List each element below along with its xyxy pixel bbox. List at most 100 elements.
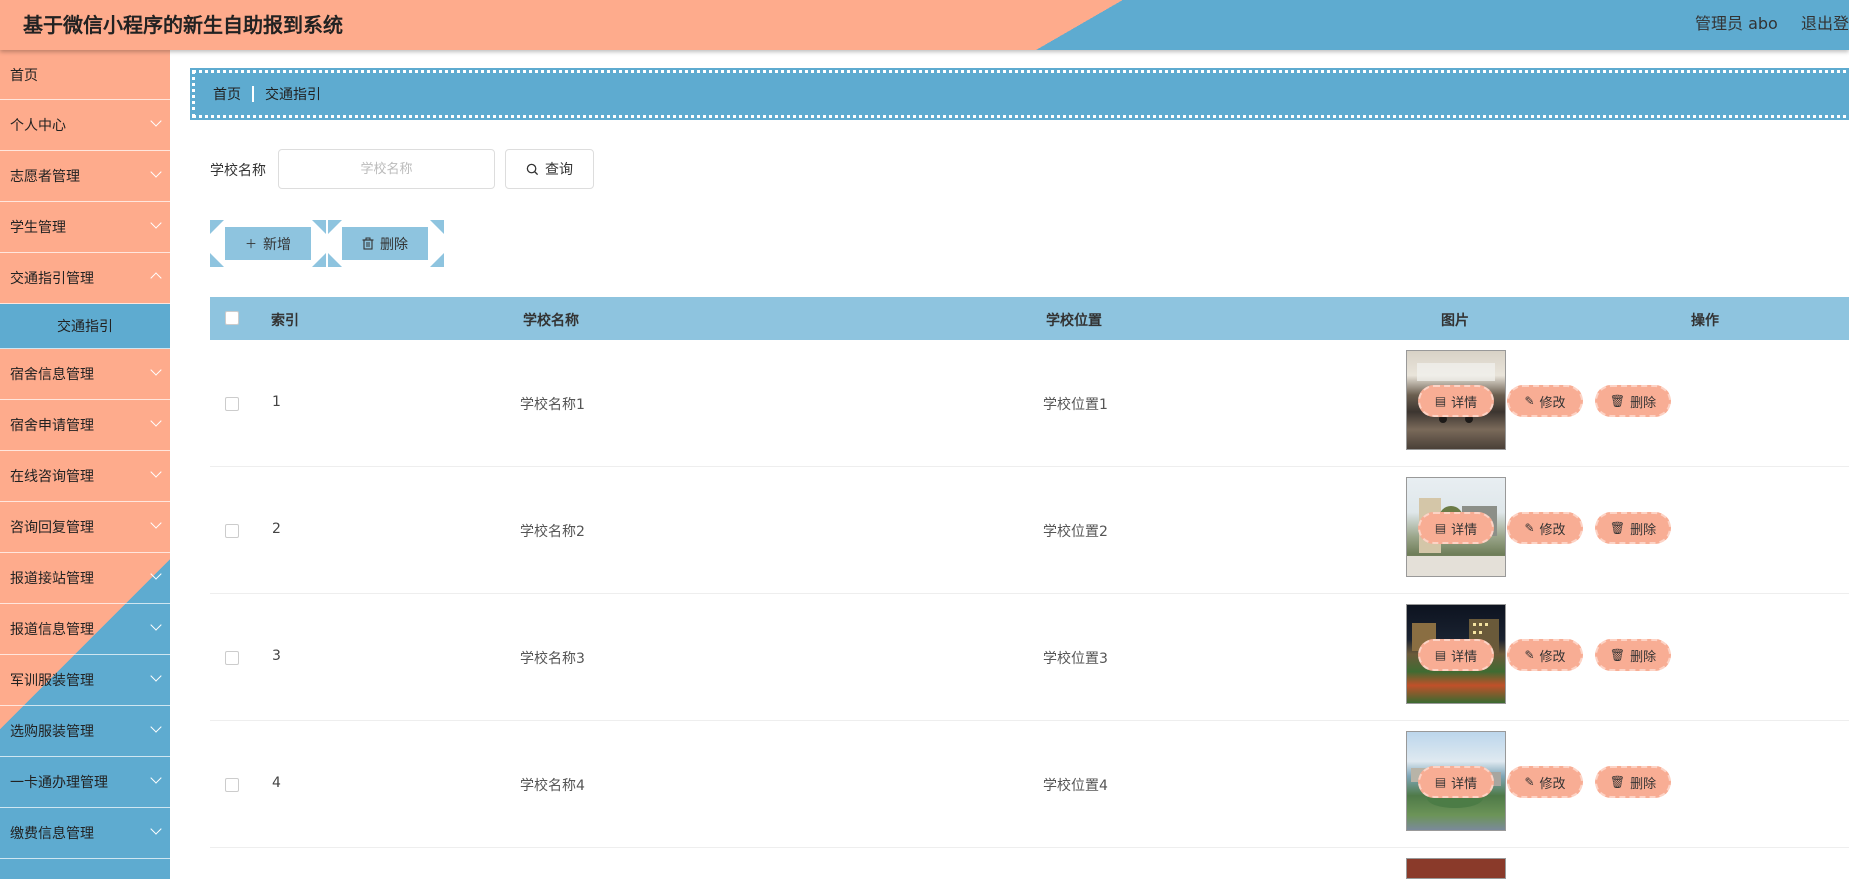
trash-icon bbox=[362, 237, 374, 250]
table-header: 索引 学校名称 学校位置 图片 操作 bbox=[210, 297, 1849, 340]
school-image-thumbnail[interactable] bbox=[1406, 858, 1506, 879]
sidebar-item-report-info[interactable]: 报道信息管理 bbox=[0, 604, 170, 655]
cell-name: 学校名称2 bbox=[520, 524, 585, 540]
decorative-corner bbox=[210, 220, 224, 234]
cell-name: 学校名称3 bbox=[520, 651, 585, 667]
edit-button[interactable]: ✎ 修改 bbox=[1507, 639, 1583, 671]
document-icon: ▤ bbox=[1434, 394, 1447, 408]
table-row: 4 学校名称4 学校位置4 ▤ 详情 ✎ 修改 🗑 删除 bbox=[210, 721, 1849, 848]
edit-button-label: 修改 bbox=[1539, 776, 1566, 792]
detail-button[interactable]: ▤ 详情 bbox=[1418, 512, 1494, 544]
cell-location: 学校位置2 bbox=[1043, 524, 1108, 540]
sidebar-item-payment[interactable]: 缴费信息管理 bbox=[0, 808, 170, 859]
sidebar-item-home[interactable]: 首页 bbox=[0, 50, 170, 100]
chevron-down-icon bbox=[150, 364, 162, 376]
sidebar-item-label: 报道接站管理 bbox=[10, 571, 94, 587]
document-icon: ▤ bbox=[1434, 648, 1447, 662]
sidebar-subitem-traffic-guide[interactable]: 交通指引 bbox=[0, 304, 170, 349]
sidebar-item-volunteers[interactable]: 志愿者管理 bbox=[0, 151, 170, 202]
sidebar-item-label: 报道信息管理 bbox=[10, 622, 94, 638]
delete-button[interactable]: 🗑 删除 bbox=[1595, 766, 1671, 798]
search-label: 学校名称 bbox=[210, 163, 266, 179]
chevron-down-icon bbox=[150, 115, 162, 127]
sidebar-item-label: 宿舍申请管理 bbox=[10, 418, 94, 434]
sidebar-item-dorm-info[interactable]: 宿舍信息管理 bbox=[0, 349, 170, 400]
sidebar-item-campus-card[interactable]: 一卡通办理管理 bbox=[0, 757, 170, 808]
delete-button-label: 删除 bbox=[1630, 776, 1657, 792]
decorative-corner bbox=[312, 253, 326, 267]
sidebar-item-uniform-purchase[interactable]: 选购服装管理 bbox=[0, 706, 170, 757]
row-checkbox[interactable] bbox=[225, 397, 239, 411]
sidebar-item-dorm-apply[interactable]: 宿舍申请管理 bbox=[0, 400, 170, 451]
detail-button[interactable]: ▤ 详情 bbox=[1418, 639, 1494, 671]
decorative-corner bbox=[430, 220, 444, 234]
batch-delete-button[interactable]: 删除 bbox=[342, 227, 428, 260]
chevron-down-icon bbox=[150, 166, 162, 178]
search-icon bbox=[526, 163, 539, 175]
detail-button[interactable]: ▤ 详情 bbox=[1418, 385, 1494, 417]
sidebar-item-online-consult[interactable]: 在线咨询管理 bbox=[0, 451, 170, 502]
detail-button-label: 详情 bbox=[1451, 522, 1478, 538]
edit-button-label: 修改 bbox=[1539, 649, 1566, 665]
app-title: 基于微信小程序的新生自助报到系统 bbox=[23, 13, 343, 37]
sidebar-item-traffic-guide-mgmt[interactable]: 交通指引管理 bbox=[0, 253, 170, 304]
breadcrumb-separator bbox=[252, 86, 254, 102]
sidebar-item-label: 军训服装管理 bbox=[10, 673, 94, 689]
sidebar-item-label: 宿舍信息管理 bbox=[10, 367, 94, 383]
current-user: 管理员 abo bbox=[1695, 14, 1778, 33]
delete-button[interactable]: 🗑 删除 bbox=[1595, 385, 1671, 417]
delete-button-label: 删除 bbox=[1630, 649, 1657, 665]
row-checkbox[interactable] bbox=[225, 778, 239, 792]
edit-button[interactable]: ✎ 修改 bbox=[1507, 512, 1583, 544]
top-header: 基于微信小程序的新生自助报到系统 管理员 abo 退出登录 bbox=[0, 0, 1849, 50]
edit-button[interactable]: ✎ 修改 bbox=[1507, 766, 1583, 798]
logout-link[interactable]: 退出登录 bbox=[1801, 10, 1849, 34]
cell-index: 4 bbox=[272, 775, 281, 791]
chevron-down-icon bbox=[150, 823, 162, 835]
add-button[interactable]: ＋ 新增 bbox=[225, 227, 311, 260]
chevron-down-icon bbox=[150, 415, 162, 427]
school-name-search-input[interactable] bbox=[278, 149, 495, 189]
trash-icon: 🗑 bbox=[1609, 394, 1626, 408]
edit-button-label: 修改 bbox=[1539, 395, 1566, 411]
sidebar-item-consult-reply[interactable]: 咨询回复管理 bbox=[0, 502, 170, 553]
sidebar-item-profile[interactable]: 个人中心 bbox=[0, 100, 170, 151]
chevron-up-icon bbox=[150, 272, 162, 284]
table-row: 3 学校名称3 学校位置3 ▤ 详情 ✎ 修改 🗑 删除 bbox=[210, 594, 1849, 721]
sidebar-item-label: 交通指引管理 bbox=[10, 271, 94, 287]
decorative-corner bbox=[210, 253, 224, 267]
decorative-corner bbox=[312, 220, 326, 234]
sidebar-item-label: 志愿者管理 bbox=[10, 169, 80, 185]
query-button[interactable]: 查询 bbox=[505, 149, 594, 189]
document-icon: ▤ bbox=[1434, 775, 1447, 789]
sidebar-item-uniform[interactable]: 军训服装管理 bbox=[0, 655, 170, 706]
detail-button[interactable]: ▤ 详情 bbox=[1418, 766, 1494, 798]
breadcrumb-home[interactable]: 首页 bbox=[213, 84, 241, 104]
column-header-image: 图片 bbox=[1441, 313, 1469, 329]
sidebar-item-label: 缴费信息管理 bbox=[10, 826, 94, 842]
cell-index: 1 bbox=[272, 394, 281, 410]
sidebar-item-students[interactable]: 学生管理 bbox=[0, 202, 170, 253]
delete-button[interactable]: 🗑 删除 bbox=[1595, 639, 1671, 671]
batch-delete-button-label: 删除 bbox=[380, 236, 408, 253]
add-button-label: 新增 bbox=[263, 236, 291, 253]
cell-index: 2 bbox=[272, 521, 281, 537]
delete-button[interactable]: 🗑 删除 bbox=[1595, 512, 1671, 544]
cell-name: 学校名称1 bbox=[520, 397, 585, 413]
column-header-ops: 操作 bbox=[1691, 313, 1719, 329]
row-checkbox[interactable] bbox=[225, 651, 239, 665]
document-icon: ▤ bbox=[1434, 521, 1447, 535]
cell-name: 学校名称4 bbox=[520, 778, 585, 794]
row-checkbox[interactable] bbox=[225, 524, 239, 538]
query-button-label: 查询 bbox=[545, 162, 573, 178]
edit-button[interactable]: ✎ 修改 bbox=[1507, 385, 1583, 417]
trash-icon: 🗑 bbox=[1609, 648, 1626, 662]
main-content: 首页 交通指引 学校名称 查询 ＋ 新增 删除 索引 学校名称 学校位置 图片 … bbox=[170, 50, 1849, 879]
pencil-icon: ✎ bbox=[1524, 648, 1535, 662]
select-all-checkbox[interactable] bbox=[225, 311, 239, 325]
chevron-down-icon bbox=[150, 517, 162, 529]
sidebar: 首页 个人中心 志愿者管理 学生管理 交通指引管理 交通指引 宿舍信息管理 宿舍… bbox=[0, 50, 170, 879]
pencil-icon: ✎ bbox=[1524, 521, 1535, 535]
sidebar-item-label: 个人中心 bbox=[10, 118, 66, 134]
sidebar-item-pickup[interactable]: 报道接站管理 bbox=[0, 553, 170, 604]
